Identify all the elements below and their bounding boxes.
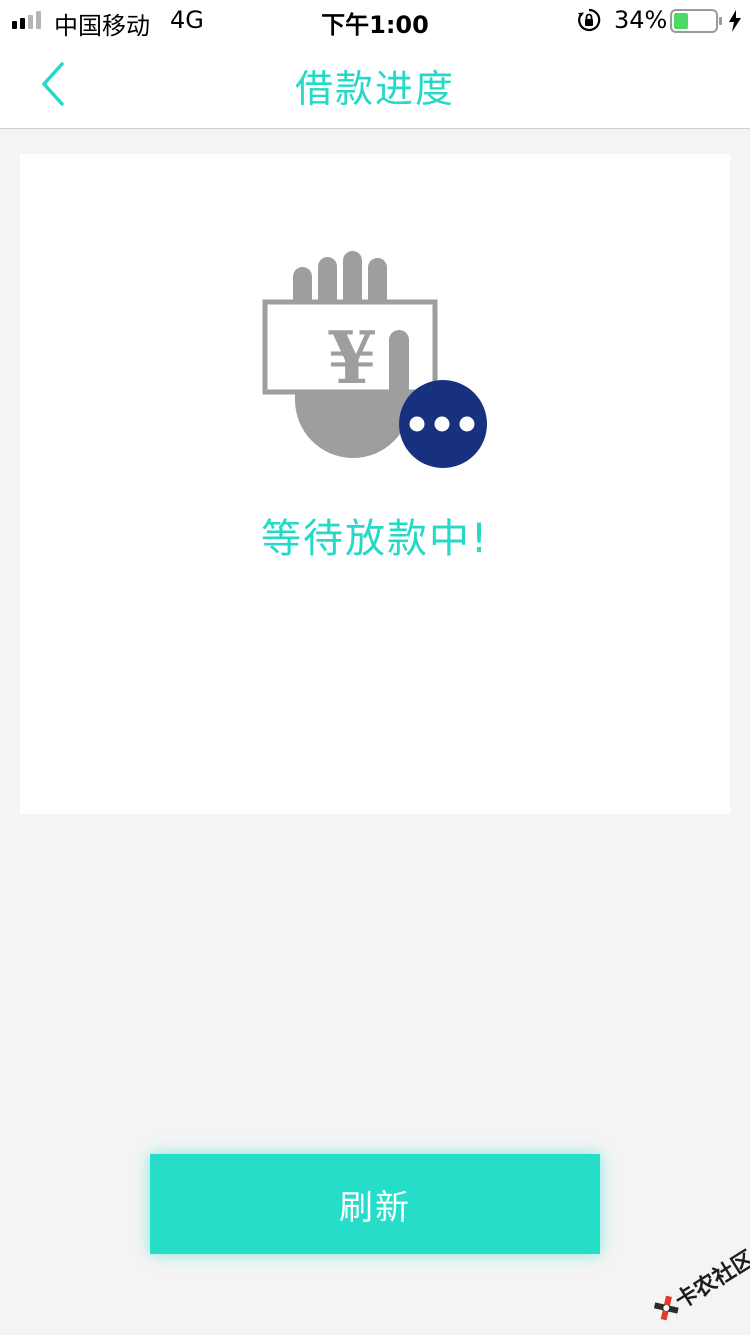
navigation-bar: 借款进度 bbox=[0, 40, 750, 129]
battery-icon bbox=[670, 9, 722, 33]
network-type: 4G bbox=[170, 6, 204, 34]
loan-status-card: ¥ 等待放款中! bbox=[20, 154, 730, 814]
ellipsis-badge-icon bbox=[399, 380, 487, 468]
hand-holding-yuan-bill-icon: ¥ bbox=[262, 251, 487, 468]
battery-percent: 34% bbox=[614, 6, 668, 34]
yuan-symbol: ¥ bbox=[327, 315, 377, 400]
status-bar: 中国移动 4G 下午1:00 34% bbox=[0, 0, 750, 40]
watermark: 卡农社区 bbox=[642, 1239, 750, 1334]
orientation-lock-icon bbox=[578, 8, 601, 32]
loan-status-text: 等待放款中! bbox=[260, 516, 490, 562]
watermark-text: 卡农社区 bbox=[671, 1246, 750, 1315]
back-chevron-icon[interactable] bbox=[30, 56, 80, 112]
signal-icon bbox=[12, 11, 41, 29]
charging-bolt-icon bbox=[729, 10, 741, 32]
carrier-name: 中国移动 bbox=[54, 12, 150, 40]
page-title: 借款进度 bbox=[294, 67, 455, 111]
refresh-button[interactable]: 刷新 bbox=[150, 1154, 600, 1254]
